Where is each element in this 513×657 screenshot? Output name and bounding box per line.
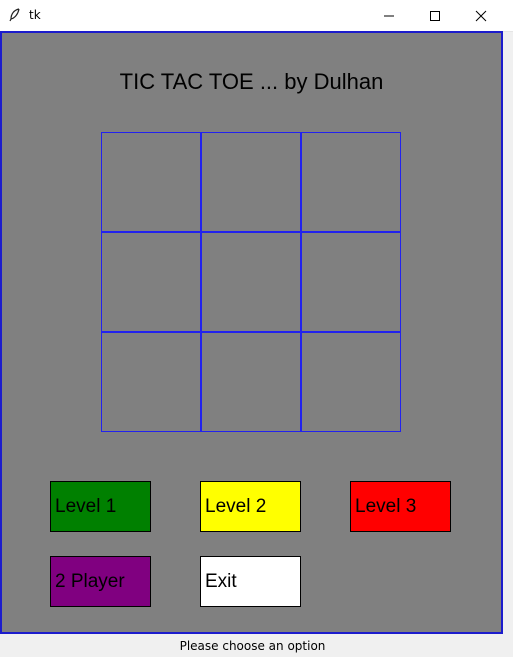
- close-button[interactable]: [458, 0, 504, 31]
- board-cell[interactable]: [101, 132, 201, 232]
- board-cell[interactable]: [301, 232, 401, 332]
- level-2-button[interactable]: Level 2: [200, 481, 301, 532]
- status-text: Please choose an option: [179, 639, 326, 653]
- exit-button[interactable]: Exit: [200, 556, 301, 607]
- board-cell[interactable]: [201, 232, 301, 332]
- tic-tac-toe-board: [101, 132, 401, 432]
- board-cell[interactable]: [101, 332, 201, 432]
- window-title: tk: [29, 8, 41, 22]
- level-3-button[interactable]: Level 3: [350, 481, 451, 532]
- board-cell[interactable]: [301, 332, 401, 432]
- board-cell[interactable]: [201, 132, 301, 232]
- close-icon: [475, 10, 487, 21]
- two-player-button[interactable]: 2 Player: [50, 556, 151, 607]
- feather-icon: [9, 8, 20, 22]
- level-1-button[interactable]: Level 1: [50, 481, 151, 532]
- maximize-button[interactable]: [412, 0, 458, 31]
- board-cell[interactable]: [301, 132, 401, 232]
- status-bar: Please choose an option: [0, 635, 513, 657]
- board-cell[interactable]: [201, 332, 301, 432]
- title-bar: tk: [0, 0, 513, 32]
- board-cell[interactable]: [101, 232, 201, 332]
- minimize-button[interactable]: [366, 0, 412, 31]
- minimize-icon: [384, 15, 394, 16]
- maximize-icon: [430, 10, 440, 21]
- game-canvas: TIC TAC TOE ... by Dulhan Level 1 Level …: [0, 31, 503, 634]
- game-heading: TIC TAC TOE ... by Dulhan: [119, 69, 384, 94]
